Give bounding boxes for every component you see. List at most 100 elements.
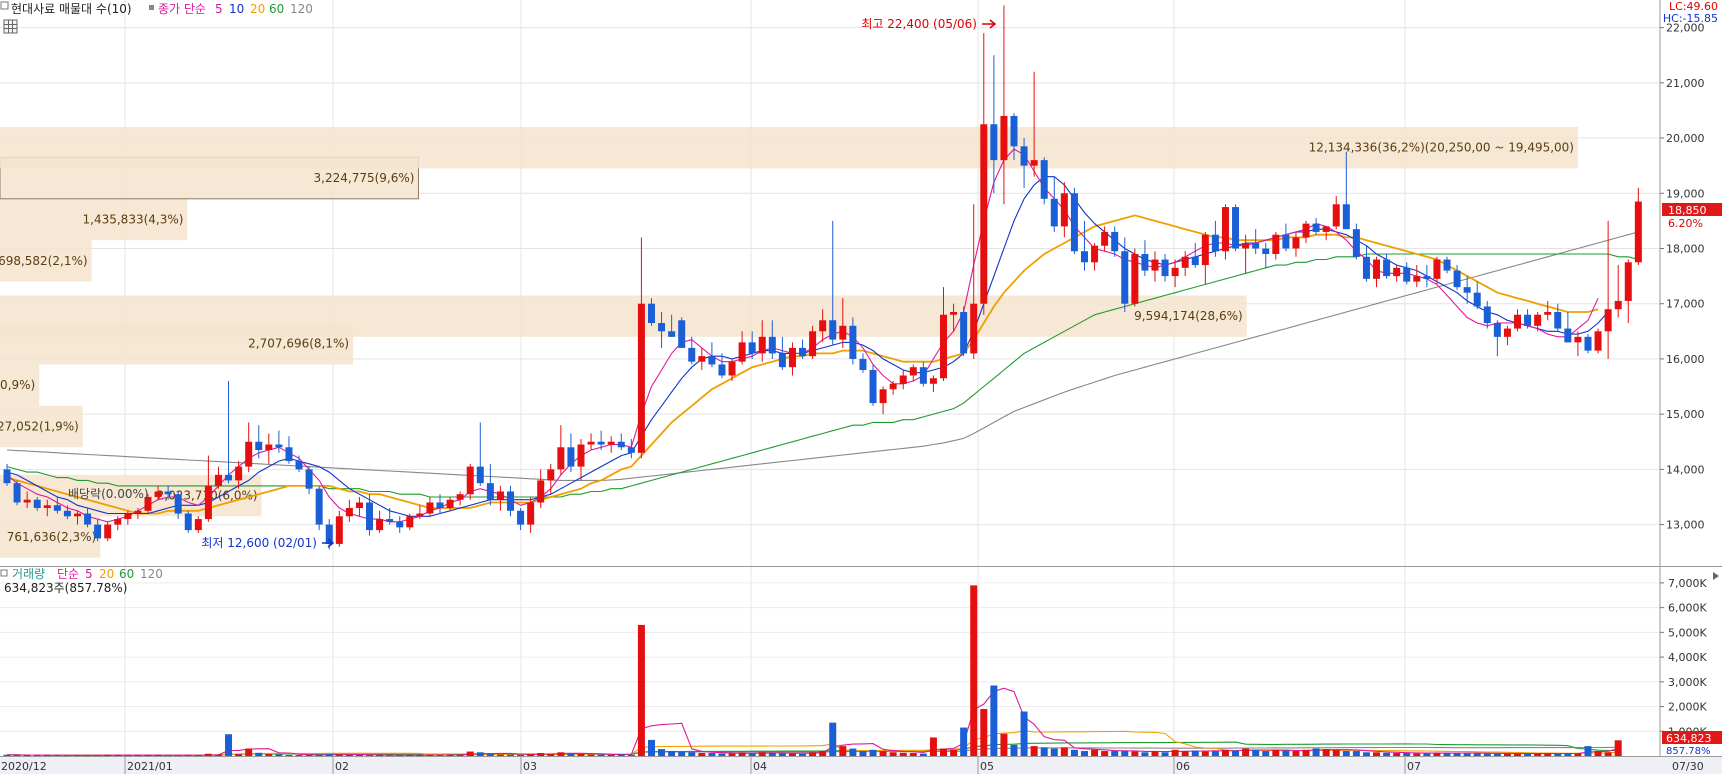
- candle[interactable]: [1040, 157, 1048, 205]
- candle-body[interactable]: [1564, 328, 1572, 343]
- volume-bar[interactable]: [315, 754, 323, 756]
- volume-collapse-icon[interactable]: [0, 569, 8, 577]
- volume-bar[interactable]: [1373, 752, 1381, 756]
- candle[interactable]: [1584, 334, 1592, 354]
- candle-body[interactable]: [1433, 259, 1441, 279]
- candle-body[interactable]: [1443, 259, 1451, 271]
- candle-body[interactable]: [909, 367, 917, 376]
- candle-body[interactable]: [1493, 323, 1501, 337]
- volume-bar[interactable]: [1050, 748, 1058, 756]
- volume-bar[interactable]: [1141, 752, 1149, 756]
- volume-bar[interactable]: [1463, 753, 1471, 756]
- candle-body[interactable]: [617, 441, 625, 448]
- volume-profile-band[interactable]: [0, 295, 1247, 337]
- candle-body[interactable]: [637, 303, 645, 453]
- candle-body[interactable]: [1624, 262, 1632, 301]
- volume-bar[interactable]: [1493, 753, 1501, 756]
- volume-bar[interactable]: [275, 754, 283, 756]
- volume-bar[interactable]: [849, 748, 857, 756]
- candle-body[interactable]: [446, 499, 454, 509]
- volume-ma-legend-60[interactable]: 60: [119, 567, 134, 581]
- volume-bar[interactable]: [1070, 749, 1078, 756]
- candle-body[interactable]: [1161, 259, 1169, 277]
- volume-bar[interactable]: [1544, 753, 1552, 756]
- candle-body[interactable]: [63, 510, 71, 517]
- candle-body[interactable]: [184, 513, 192, 531]
- volume-bar[interactable]: [607, 754, 615, 756]
- candle-body[interactable]: [627, 447, 635, 453]
- candle-body[interactable]: [1000, 115, 1008, 161]
- candle-body[interactable]: [1473, 292, 1481, 307]
- candle-body[interactable]: [1362, 256, 1370, 279]
- candle-body[interactable]: [1332, 204, 1340, 227]
- candle-body[interactable]: [456, 494, 464, 500]
- candle-body[interactable]: [517, 510, 525, 525]
- volume-bar[interactable]: [1534, 753, 1542, 756]
- candle-body[interactable]: [476, 466, 484, 484]
- volume-bar[interactable]: [1403, 753, 1411, 756]
- candle-body[interactable]: [577, 444, 585, 467]
- candle-body[interactable]: [366, 502, 374, 531]
- volume-legend-label[interactable]: 거래량: [12, 567, 45, 581]
- candle-body[interactable]: [1101, 231, 1109, 246]
- volume-bar[interactable]: [557, 752, 565, 756]
- candle-body[interactable]: [1604, 309, 1612, 332]
- candle[interactable]: [678, 317, 686, 348]
- candle-body[interactable]: [879, 389, 887, 404]
- volume-bar[interactable]: [547, 753, 555, 756]
- candle[interactable]: [1221, 204, 1229, 260]
- volume-bar[interactable]: [909, 753, 917, 756]
- volume-bar[interactable]: [738, 752, 746, 756]
- volume-bar[interactable]: [1030, 746, 1038, 756]
- candle-body[interactable]: [950, 311, 958, 315]
- candle-body[interactable]: [1292, 237, 1300, 249]
- volume-bar[interactable]: [426, 754, 434, 756]
- volume-bar[interactable]: [658, 749, 666, 756]
- volume-bar[interactable]: [1262, 751, 1270, 756]
- candle-body[interactable]: [1040, 160, 1048, 199]
- candle-body[interactable]: [1403, 267, 1411, 282]
- candle-body[interactable]: [194, 519, 202, 531]
- candle-body[interactable]: [1181, 256, 1189, 268]
- candle-body[interactable]: [255, 441, 263, 451]
- candle-body[interactable]: [174, 494, 182, 514]
- candle-body[interactable]: [3, 469, 11, 484]
- candle-body[interactable]: [386, 519, 394, 522]
- volume-bar[interactable]: [647, 739, 655, 756]
- volume-bar[interactable]: [285, 755, 293, 757]
- volume-bar[interactable]: [728, 753, 736, 756]
- candle-body[interactable]: [436, 502, 444, 509]
- candle-body[interactable]: [788, 347, 796, 368]
- volume-bar[interactable]: [1433, 752, 1441, 756]
- ma-legend-120[interactable]: 120: [290, 2, 313, 16]
- candle-body[interactable]: [214, 474, 222, 486]
- volume-bar[interactable]: [1060, 747, 1068, 756]
- candle-body[interactable]: [970, 303, 978, 354]
- volume-bar[interactable]: [567, 753, 575, 756]
- volume-bar[interactable]: [1342, 751, 1350, 756]
- candle-body[interactable]: [799, 347, 807, 357]
- volume-bar[interactable]: [718, 753, 726, 756]
- candle-body[interactable]: [1413, 276, 1421, 282]
- volume-bar[interactable]: [1000, 733, 1008, 756]
- candle-body[interactable]: [668, 331, 676, 337]
- volume-bar[interactable]: [104, 754, 112, 756]
- candle-body[interactable]: [829, 320, 837, 340]
- volume-bar[interactable]: [688, 752, 696, 756]
- volume-bar[interactable]: [1111, 751, 1119, 756]
- volume-bar[interactable]: [446, 755, 454, 757]
- volume-bar[interactable]: [1554, 753, 1562, 756]
- candle-body[interactable]: [1080, 251, 1088, 263]
- candle-body[interactable]: [1503, 328, 1511, 337]
- volume-bar[interactable]: [990, 685, 998, 756]
- candle-body[interactable]: [275, 444, 283, 448]
- candle-body[interactable]: [839, 325, 847, 340]
- candle-body[interactable]: [73, 513, 81, 517]
- volume-bar[interactable]: [225, 734, 233, 756]
- volume-bar[interactable]: [829, 722, 837, 756]
- volume-bar[interactable]: [235, 754, 243, 756]
- candle-body[interactable]: [1020, 146, 1028, 166]
- volume-bar[interactable]: [869, 749, 877, 756]
- volume-bar[interactable]: [1322, 749, 1330, 756]
- volume-bar[interactable]: [1584, 746, 1592, 756]
